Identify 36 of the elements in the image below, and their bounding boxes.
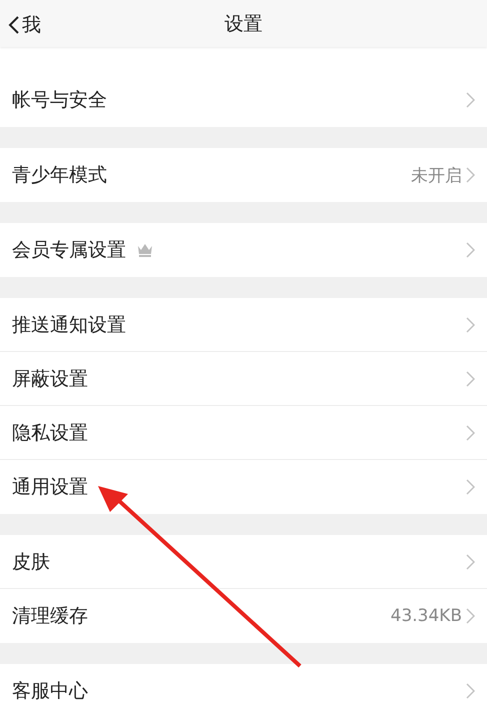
- row-label: 屏蔽设置: [12, 366, 88, 392]
- row-label: 推送通知设置: [12, 312, 126, 338]
- row-label: 客服中心: [12, 679, 88, 704]
- row-label: 隐私设置: [12, 420, 88, 446]
- chevron-icon: [466, 92, 475, 108]
- chevron-icon: [466, 683, 475, 699]
- row-label: 会员专属设置: [12, 238, 126, 263]
- settings-row[interactable]: 推送通知设置: [0, 298, 487, 352]
- chevron-icon: [466, 479, 475, 495]
- settings-row[interactable]: 会员专属设置: [0, 223, 487, 277]
- row-label: 青少年模式: [12, 163, 107, 188]
- settings-row[interactable]: 通用设置: [0, 460, 487, 514]
- chevron-icon: [466, 167, 475, 183]
- row-value: 43.34KB: [390, 606, 462, 626]
- chevron-icon: [466, 316, 475, 332]
- row-value: 未开启: [411, 164, 462, 186]
- settings-row[interactable]: 帐号与安全: [0, 73, 487, 127]
- row-label: 清理缓存: [12, 604, 88, 629]
- row-label: 通用设置: [12, 475, 88, 500]
- chevron-icon: [466, 608, 475, 624]
- back-button[interactable]: 我: [4, 8, 45, 42]
- chevron-icon: [466, 554, 475, 570]
- page-title: 设置: [224, 12, 262, 36]
- settings-row[interactable]: 皮肤: [0, 535, 487, 589]
- settings-row[interactable]: 客服中心: [0, 664, 487, 714]
- row-label: 皮肤: [12, 550, 50, 574]
- row-label: 帐号与安全: [12, 88, 107, 113]
- crown-icon: [136, 242, 154, 258]
- chevron-icon: [466, 242, 475, 258]
- settings-row[interactable]: 屏蔽设置: [0, 352, 487, 406]
- settings-row[interactable]: 隐私设置: [0, 406, 487, 460]
- chevron-icon: [466, 370, 475, 386]
- settings-row[interactable]: 清理缓存 43.34KB: [0, 589, 487, 643]
- chevron-icon: [466, 424, 475, 440]
- settings-row[interactable]: 青少年模式 未开启: [0, 148, 487, 202]
- back-icon: [8, 15, 20, 35]
